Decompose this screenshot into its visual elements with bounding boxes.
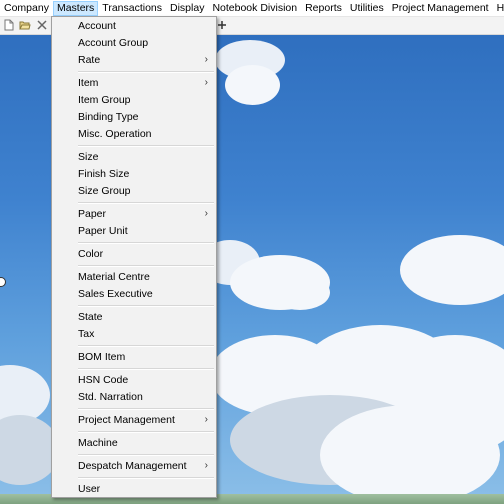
submenu-arrow-icon: › xyxy=(204,77,208,88)
menu-item-label: Color xyxy=(78,248,104,260)
separator xyxy=(78,242,214,244)
menu-item-label: Project Management xyxy=(78,414,175,426)
menu-item-item-group[interactable]: Item Group xyxy=(52,92,216,108)
menu-item-label: State xyxy=(78,311,103,323)
open-folder-icon[interactable] xyxy=(19,19,31,31)
menu-item-size[interactable]: Size xyxy=(52,149,216,165)
masters-dropdown-menu: Account Account Group Rate › Item › Item G… xyxy=(51,16,217,498)
add-icon[interactable] xyxy=(216,19,228,31)
menu-item-hsn-code[interactable]: HSN Code xyxy=(52,372,216,388)
separator xyxy=(78,431,214,433)
separator xyxy=(78,345,214,347)
separator xyxy=(78,71,214,73)
cloud xyxy=(320,405,500,504)
menu-transactions[interactable]: Transactions xyxy=(98,1,166,16)
menu-display[interactable]: Display xyxy=(166,1,208,16)
cloud xyxy=(225,65,280,105)
separator xyxy=(78,202,214,204)
menu-item-despatch-management[interactable]: Despatch Management › xyxy=(52,458,216,474)
menu-item-label: Machine xyxy=(78,437,118,449)
menu-item-item[interactable]: Item › xyxy=(52,75,216,91)
menu-item-label: Despatch Management xyxy=(78,460,187,472)
menu-item-color[interactable]: Color xyxy=(52,246,216,262)
menu-item-label: User xyxy=(78,483,101,495)
menu-item-material-centre[interactable]: Material Centre xyxy=(52,269,216,285)
menu-item-paper-unit[interactable]: Paper Unit xyxy=(52,223,216,239)
menu-item-label: Finish Size xyxy=(78,168,130,180)
menu-item-label: Size Group xyxy=(78,185,131,197)
separator xyxy=(78,305,214,307)
menu-item-tax[interactable]: Tax xyxy=(52,326,216,342)
menu-item-label: Item Group xyxy=(78,94,131,106)
menu-item-label: Misc. Operation xyxy=(78,128,152,140)
separator xyxy=(78,265,214,267)
menu-item-label: Binding Type xyxy=(78,111,139,123)
menu-item-sales-executive[interactable]: Sales Executive xyxy=(52,286,216,302)
menu-item-paper[interactable]: Paper › xyxy=(52,206,216,222)
menu-item-label: Material Centre xyxy=(78,271,150,283)
menu-item-label: Std. Narration xyxy=(78,391,143,403)
menu-item-binding-type[interactable]: Binding Type xyxy=(52,109,216,125)
menu-item-label: BOM Item xyxy=(78,351,126,363)
menu-item-label: Tax xyxy=(78,328,95,340)
menu-utilities[interactable]: Utilities xyxy=(346,1,388,16)
menu-item-label: Item xyxy=(78,77,99,89)
menu-item-label: Rate xyxy=(78,54,101,66)
new-document-icon[interactable] xyxy=(3,19,15,31)
menu-item-state[interactable]: State xyxy=(52,309,216,325)
submenu-arrow-icon: › xyxy=(204,54,208,65)
submenu-arrow-icon: › xyxy=(204,460,208,471)
separator xyxy=(78,368,214,370)
menu-item-label: Account Group xyxy=(78,37,149,49)
menu-item-label: Sales Executive xyxy=(78,288,153,300)
close-icon[interactable] xyxy=(36,19,48,31)
menu-item-rate[interactable]: Rate › xyxy=(52,52,216,68)
separator xyxy=(78,145,214,147)
cloud xyxy=(270,275,330,310)
separator xyxy=(78,408,214,410)
menu-item-misc-operation[interactable]: Misc. Operation xyxy=(52,126,216,142)
menu-item-std-narration[interactable]: Std. Narration xyxy=(52,389,216,405)
menu-item-label: Account xyxy=(78,20,116,32)
menu-item-project-management[interactable]: Project Management › xyxy=(52,412,216,428)
menu-item-machine[interactable]: Machine xyxy=(52,435,216,451)
menu-notebook-division[interactable]: Notebook Division xyxy=(208,1,301,16)
menu-help[interactable]: Help xyxy=(493,1,504,16)
submenu-arrow-icon: › xyxy=(204,208,208,219)
menu-company[interactable]: Company xyxy=(0,1,53,16)
menu-item-account[interactable]: Account xyxy=(52,18,216,34)
menu-reports[interactable]: Reports xyxy=(301,1,346,16)
menu-item-size-group[interactable]: Size Group xyxy=(52,183,216,199)
menu-item-account-group[interactable]: Account Group xyxy=(52,35,216,51)
menu-masters[interactable]: Masters xyxy=(52,0,99,16)
menu-item-bom-item[interactable]: BOM Item xyxy=(52,349,216,365)
menu-project-management[interactable]: Project Management xyxy=(388,1,493,16)
menu-item-label: Paper xyxy=(78,208,107,220)
menu-item-label: Paper Unit xyxy=(78,225,128,237)
menu-item-label: HSN Code xyxy=(78,374,129,386)
menu-item-user[interactable]: User xyxy=(52,481,216,497)
separator xyxy=(78,477,214,479)
submenu-arrow-icon: › xyxy=(204,414,208,425)
menu-bar: Company Masters Transactions Display Not… xyxy=(0,0,504,17)
menu-item-label: Size xyxy=(78,151,99,163)
menu-item-finish-size[interactable]: Finish Size xyxy=(52,166,216,182)
cloud xyxy=(400,235,504,305)
separator xyxy=(78,454,214,456)
